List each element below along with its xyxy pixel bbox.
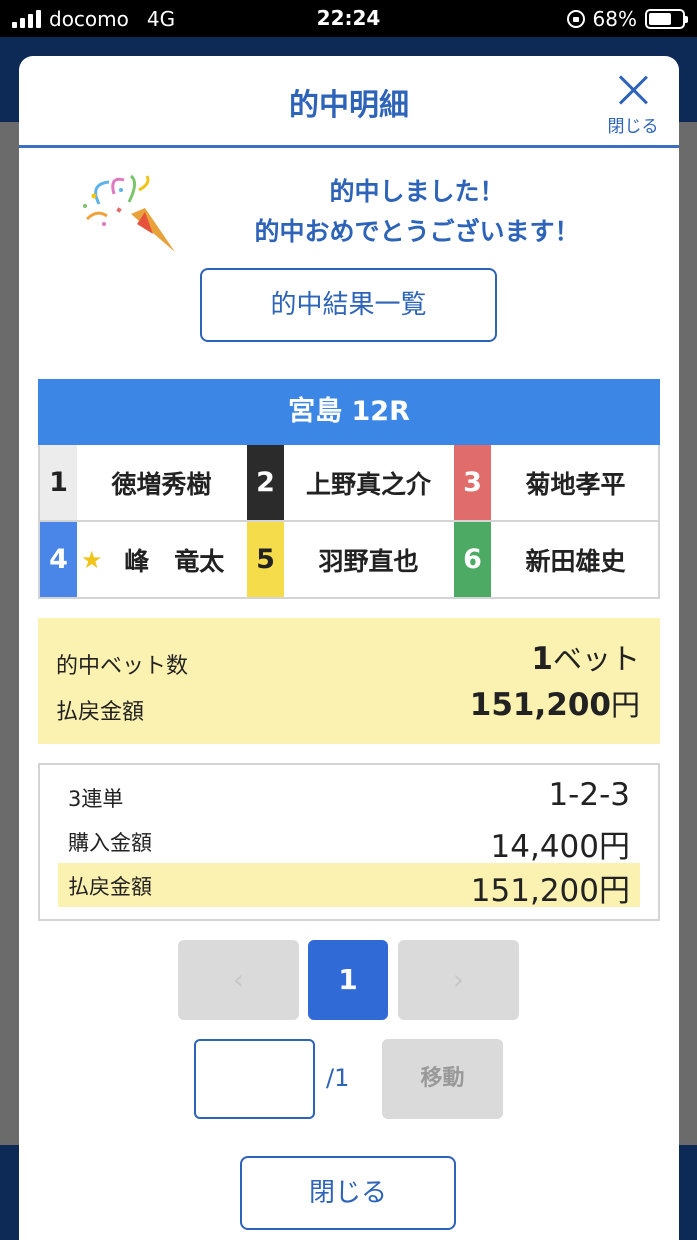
racer-number: 6 (454, 522, 491, 597)
racer-3: 3 菊地孝平 (454, 445, 660, 520)
current-page-button[interactable]: 1 (308, 940, 388, 1020)
move-button[interactable]: 移動 (382, 1039, 503, 1119)
hit-results-list-button[interactable]: 的中結果一覧 (200, 268, 497, 342)
detail-payout-label: 払戻金額 (68, 875, 152, 899)
racer-2: 2 上野真之介 (247, 445, 453, 520)
racer-5: 5 羽野直也 (247, 522, 453, 597)
hit-details-modal: 的中明細 閉じる 的中しました！ 的中おめでとうございます！ 的中結果一覧 宮島… (19, 56, 679, 1240)
congrats-message: 的中しました！ 的中おめでとうございます！ (79, 168, 639, 258)
detail-payout-amount: 151,200円 (470, 873, 630, 909)
racer-name: 徳増秀樹 (111, 469, 212, 499)
prev-page-button[interactable]: ‹ (178, 940, 299, 1020)
racer-4: 4 ★ 峰 竜太 (40, 522, 246, 597)
modal-title: 的中明細 (289, 88, 409, 123)
race-header: 宮島 12R (38, 379, 660, 445)
payout-value: 151,200円 (470, 682, 640, 724)
battery-icon (645, 9, 688, 29)
hit-bets-value: 1ベット (531, 636, 640, 678)
battery-percent: 68% (592, 7, 637, 31)
bet-type: 3連単 (68, 787, 124, 811)
payout-unit: 円 (610, 688, 640, 722)
racer-number: 2 (247, 445, 284, 520)
rotation-lock-icon (566, 10, 585, 28)
status-right: 68% (566, 6, 688, 32)
status-bar: docomo 4G 22:24 68% (0, 0, 697, 37)
payout-label: 払戻金額 (56, 700, 145, 725)
racer-number: 4 (40, 522, 77, 597)
payout-number: 151,200 (469, 687, 611, 723)
racer-grid: 1 徳増秀樹 2 上野真之介 3 菊地孝平 4 ★ 峰 竜太 5 羽野直也 6 … (38, 445, 660, 599)
next-page-button[interactable]: › (398, 940, 519, 1020)
star-icon: ★ (81, 545, 103, 574)
party-popper-icon (83, 174, 175, 252)
hit-summary: 的中ベット数 1ベット 払戻金額 151,200円 (38, 618, 660, 744)
bet-combination: 1-2-3 (548, 777, 630, 813)
congrats-text: 的中しました！ 的中おめでとうございます！ (187, 172, 647, 252)
congrats-line-2: 的中おめでとうございます！ (254, 217, 580, 246)
close-button[interactable]: 閉じる (240, 1156, 456, 1230)
purchase-amount: 14,400円 (490, 829, 630, 865)
congrats-line-1: 的中しました！ (329, 177, 505, 206)
hit-bets-number: 1 (531, 641, 553, 677)
racer-1: 1 徳増秀樹 (40, 445, 246, 520)
racer-number: 5 (247, 522, 284, 597)
page-number-input[interactable] (194, 1039, 315, 1119)
racer-name: 峰 竜太 (124, 546, 225, 576)
racer-name: 菊地孝平 (525, 469, 626, 499)
racer-name: 上野真之介 (305, 469, 431, 499)
racer-number: 3 (454, 445, 491, 520)
bet-detail: 3連単 1-2-3 購入金額 14,400円 払戻金額 151,200円 (38, 763, 660, 921)
racer-number: 1 (40, 445, 77, 520)
close-icon (617, 74, 649, 106)
modal-close-button[interactable]: 閉じる (603, 70, 663, 137)
page-total: /1 (326, 1064, 350, 1092)
hit-bets-unit: ベット (552, 642, 640, 676)
racer-name: 羽野直也 (318, 546, 419, 576)
purchase-label: 購入金額 (68, 831, 152, 855)
modal-header: 的中明細 閉じる (19, 56, 679, 148)
racer-6: 6 新田雄史 (454, 522, 660, 597)
close-label: 閉じる (607, 117, 659, 137)
hit-bets-label: 的中ベット数 (56, 654, 189, 679)
racer-name: 新田雄史 (525, 546, 626, 576)
